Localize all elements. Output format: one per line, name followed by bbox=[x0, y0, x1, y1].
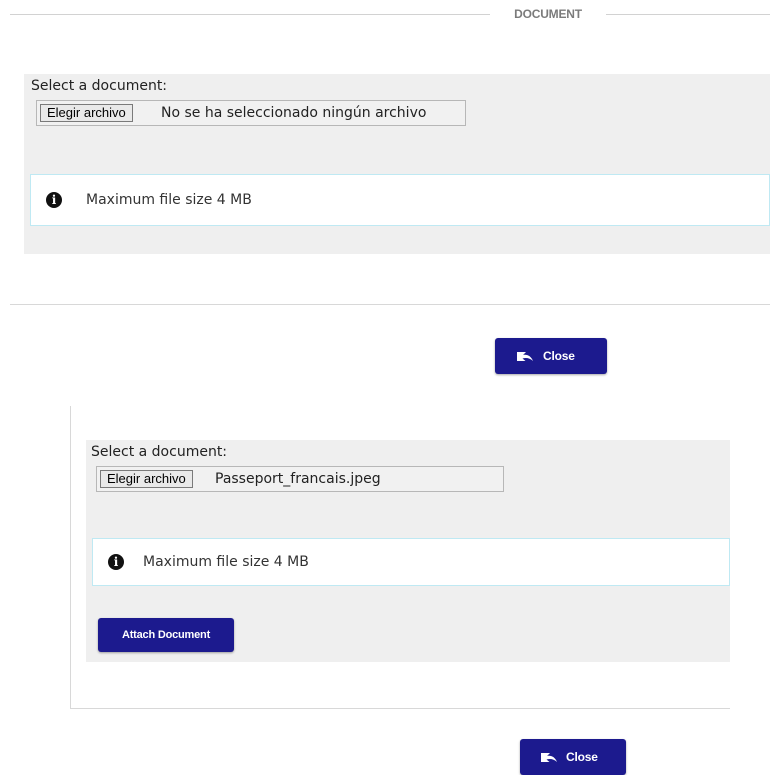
file-size-info-text: Maximum file size 4 MB bbox=[143, 554, 309, 570]
close-button-label: Close bbox=[543, 349, 575, 363]
file-size-info-box: i Maximum file size 4 MB bbox=[92, 538, 730, 586]
file-input[interactable]: Elegir archivo Passeport_francais.jpeg bbox=[96, 466, 504, 492]
fieldset-legend-line-right bbox=[606, 14, 770, 15]
file-status-text: No se ha seleccionado ningún archivo bbox=[161, 105, 427, 121]
info-circle-icon: i bbox=[46, 192, 62, 208]
fieldset-legend: DOCUMENT bbox=[514, 7, 582, 21]
section-frame-left bbox=[70, 406, 71, 708]
select-document-label: Select a document: bbox=[31, 78, 168, 94]
undo-arrow-icon bbox=[517, 352, 533, 361]
choose-file-button[interactable]: Elegir archivo bbox=[40, 104, 133, 122]
file-input[interactable]: Elegir archivo No se ha seleccionado nin… bbox=[36, 100, 466, 126]
file-size-info-text: Maximum file size 4 MB bbox=[86, 192, 252, 208]
selected-file-name: Passeport_francais.jpeg bbox=[215, 471, 381, 487]
info-circle-icon: i bbox=[108, 554, 124, 570]
close-button[interactable]: Close bbox=[520, 739, 626, 775]
file-size-info-box: i Maximum file size 4 MB bbox=[30, 174, 770, 226]
upload-panel-empty: Select a document: Elegir archivo No se … bbox=[24, 74, 770, 254]
select-document-label: Select a document: bbox=[91, 444, 228, 460]
undo-arrow-icon bbox=[541, 753, 557, 762]
close-button-label: Close bbox=[566, 750, 598, 764]
fieldset-legend-line-left bbox=[10, 14, 490, 15]
attach-document-button[interactable]: Attach Document bbox=[98, 618, 234, 652]
section-divider bbox=[10, 304, 770, 305]
upload-panel-selected: Select a document: Elegir archivo Passep… bbox=[86, 440, 730, 662]
close-button[interactable]: Close bbox=[495, 338, 607, 374]
section-frame-bottom bbox=[70, 708, 730, 709]
choose-file-button[interactable]: Elegir archivo bbox=[100, 470, 193, 488]
